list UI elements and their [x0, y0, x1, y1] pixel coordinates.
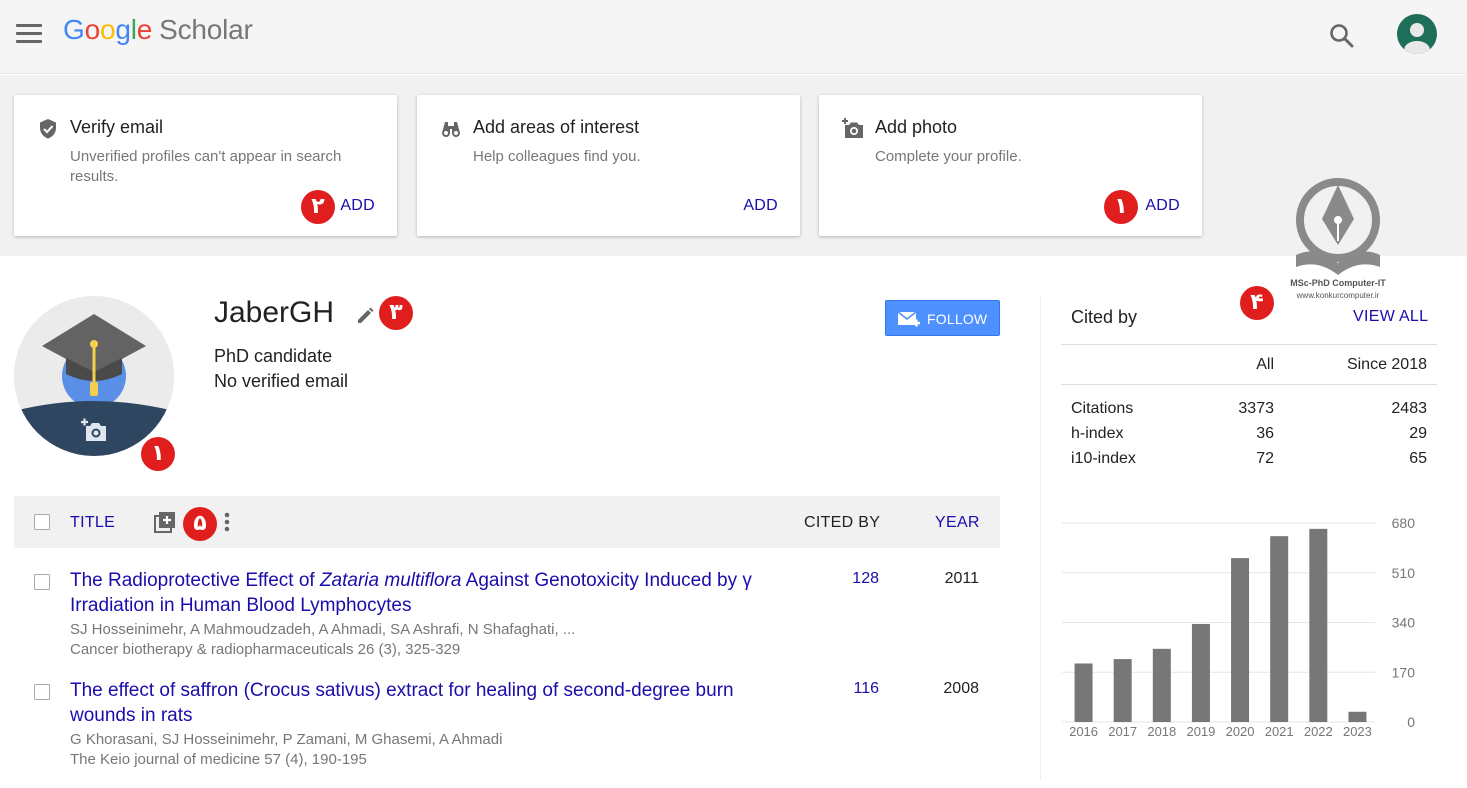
bar-2023[interactable]: [1348, 711, 1367, 722]
annotation-badge: ۵: [183, 507, 217, 541]
cited-by-header: CITED BY: [804, 514, 881, 531]
article-venue: Cancer biotherapy & radiopharmaceuticals…: [70, 641, 461, 658]
profile-name: JaberGH: [214, 296, 335, 329]
view-all-link[interactable]: VIEW ALL: [1353, 308, 1428, 326]
card-title: Verify email: [70, 117, 164, 137]
profile-setup-band: Verify email Unverified profiles can't a…: [0, 75, 1467, 300]
metric-label: h-index: [1071, 425, 1124, 442]
hamburger-menu-icon[interactable]: [16, 24, 42, 44]
annotation-badge: ۱: [141, 437, 175, 471]
bar-2020[interactable]: [1231, 558, 1250, 722]
select-all-checkbox[interactable]: [34, 514, 50, 530]
articles-table-header: TITLE ۵ CITED BY YEAR: [14, 496, 1000, 548]
metric-since-value: 2483: [1391, 400, 1427, 417]
y-tick-label: 340: [1392, 615, 1416, 631]
article-cited-count[interactable]: 116: [834, 680, 879, 698]
y-tick-label: 0: [1407, 714, 1415, 730]
follow-button[interactable]: FOLLOW: [885, 300, 1000, 336]
article-title-link[interactable]: The effect of saffron (Crocus sativus) e…: [70, 678, 800, 728]
bar-2017[interactable]: [1113, 659, 1132, 722]
konkurcomputer-watermark-logo: MSc-PhD Computer-IT www.konkurcomputer.i…: [1290, 178, 1386, 300]
verified-shield-icon: [40, 119, 56, 139]
metric-all-value: 72: [1256, 450, 1274, 467]
x-tick-label: 2022: [1304, 724, 1333, 739]
add-photo-card: Add photo Complete your profile. ۱ ADD: [819, 95, 1202, 236]
metric-since-value: 65: [1409, 450, 1427, 467]
article-year: 2008: [943, 680, 979, 697]
add-articles-icon[interactable]: [153, 510, 177, 534]
watermark-url: www.konkurcomputer.ir: [1296, 291, 1380, 300]
article-cited-count[interactable]: 128: [834, 570, 879, 588]
sort-by-year-header[interactable]: YEAR: [935, 514, 980, 532]
metric-label: i10-index: [1071, 450, 1136, 467]
edit-pencil-icon[interactable]: [355, 306, 375, 326]
add-photo-add-button[interactable]: ADD: [1145, 197, 1180, 215]
column-divider: [1040, 296, 1041, 780]
bar-2021[interactable]: [1270, 536, 1289, 722]
x-tick-label: 2017: [1108, 724, 1137, 739]
x-tick-label: 2018: [1147, 724, 1176, 739]
profile-photo[interactable]: [14, 296, 174, 456]
verify-email-add-button[interactable]: ADD: [340, 197, 375, 215]
y-tick-label: 170: [1392, 664, 1416, 680]
areas-of-interest-add-button[interactable]: ADD: [743, 197, 778, 215]
article-year: 2011: [944, 570, 979, 587]
areas-of-interest-card: Add areas of interest Help colleagues fi…: [417, 95, 800, 236]
article-authors: SJ Hosseinimehr, A Mahmoudzadeh, A Ahmad…: [70, 621, 576, 638]
x-tick-label: 2023: [1343, 724, 1372, 739]
profile-affiliation: PhD candidate: [214, 346, 333, 366]
divider: [1061, 344, 1437, 345]
change-photo-camera-icon[interactable]: [80, 418, 108, 444]
annotation-badge: ۲: [301, 190, 335, 224]
metric-label: Citations: [1071, 400, 1134, 417]
table-row: The Radioprotective Effect of Zataria mu…: [14, 568, 1000, 678]
annotation-badge: ۳: [379, 296, 413, 330]
binoculars-icon: [442, 122, 460, 137]
card-title: Add areas of interest: [473, 117, 640, 137]
article-title-link[interactable]: The Radioprotective Effect of Zataria mu…: [70, 568, 800, 618]
account-avatar[interactable]: [1397, 14, 1437, 54]
card-title: Add photo: [875, 117, 958, 137]
cited-by-title: Cited by: [1071, 307, 1138, 327]
x-tick-label: 2016: [1069, 724, 1098, 739]
bar-2018[interactable]: [1152, 648, 1171, 722]
metric-since-value: 29: [1409, 425, 1427, 442]
column-header-since: Since 2018: [1346, 356, 1427, 373]
article-venue: The Keio journal of medicine 57 (4), 190…: [70, 751, 367, 768]
row-checkbox[interactable]: [34, 684, 50, 700]
x-tick-label: 2020: [1226, 724, 1255, 739]
citations-per-year-chart: 0 170 340 510 680 2016 2017 2018 2019 2020 2021 202…: [1062, 515, 1416, 739]
bar-2019[interactable]: [1191, 623, 1210, 722]
table-row: The effect of saffron (Crocus sativus) e…: [14, 678, 1000, 788]
verify-email-card: Verify email Unverified profiles can't a…: [14, 95, 397, 236]
top-bar: Google Scholar: [0, 0, 1467, 74]
watermark-title: MSc-PhD Computer-IT: [1290, 278, 1386, 288]
card-description: Help colleagues find you.: [473, 148, 641, 165]
column-header-all: All: [1256, 356, 1274, 373]
profile-email-status: No verified email: [214, 371, 349, 391]
article-authors: G Khorasani, SJ Hosseinimehr, P Zamani, …: [70, 731, 503, 748]
y-tick-label: 680: [1392, 515, 1416, 531]
person-icon: [1404, 23, 1430, 54]
x-tick-label: 2021: [1265, 724, 1294, 739]
annotation-badge: ۴: [1240, 286, 1274, 320]
annotation-badge: ۱: [1104, 190, 1138, 224]
row-checkbox[interactable]: [34, 574, 50, 590]
metric-all-value: 36: [1256, 425, 1274, 442]
divider: [1061, 384, 1437, 385]
sort-by-title-header[interactable]: TITLE: [70, 514, 115, 532]
envelope-icon: [898, 311, 920, 327]
bar-2016[interactable]: [1074, 663, 1093, 722]
google-scholar-logo[interactable]: Google Scholar: [63, 14, 253, 46]
y-tick-label: 510: [1392, 565, 1416, 581]
more-vert-icon[interactable]: [221, 510, 233, 534]
x-tick-label: 2019: [1186, 724, 1215, 739]
add-photo-icon: [842, 118, 863, 138]
card-description: Complete your profile.: [875, 148, 1022, 165]
metric-all-value: 3373: [1238, 400, 1274, 417]
card-description: Unverified profiles can't appear in sear…: [70, 148, 342, 185]
bar-2022[interactable]: [1309, 528, 1328, 722]
follow-label: FOLLOW: [927, 311, 988, 327]
search-icon[interactable]: [1328, 22, 1356, 50]
